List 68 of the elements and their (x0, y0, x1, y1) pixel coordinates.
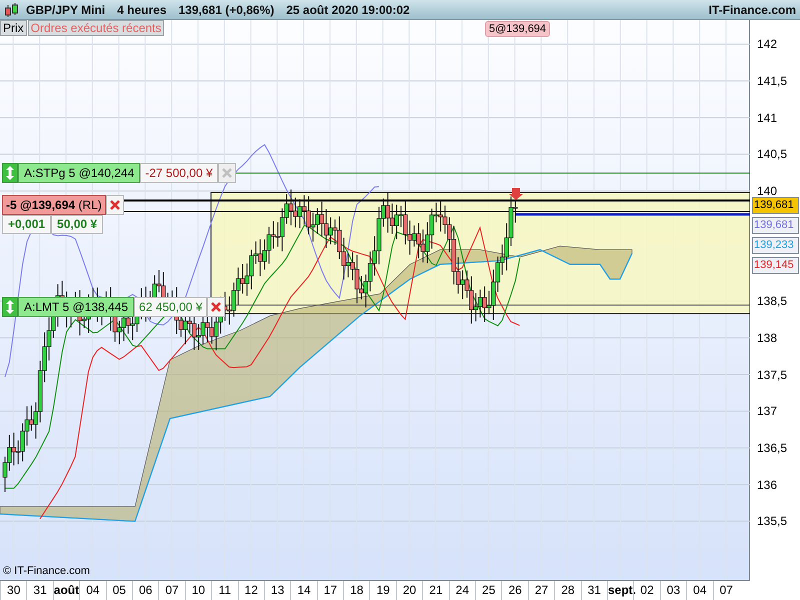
axis-label: 04 (79, 581, 106, 600)
close-icon (110, 200, 120, 210)
drag-handle[interactable] (2, 163, 18, 183)
axis-label: 03 (660, 581, 686, 600)
order-amount: 62 450,00 ¥ (134, 297, 208, 317)
axis-label: sept. (606, 581, 634, 600)
symbol-name: GBP/JPY Mini (26, 2, 106, 16)
axis-label: 25 (475, 581, 502, 600)
axis-label: 21 (422, 581, 449, 600)
axis-label: 136 (757, 476, 778, 493)
vertical-arrows-icon (5, 165, 15, 181)
axis-label: 31 (580, 581, 607, 600)
candlestick-icon (4, 2, 20, 18)
price-change: 139,681 (+0,86%) (178, 2, 274, 16)
axis-label: août (52, 581, 80, 600)
axis-label: 27 (528, 581, 554, 600)
axis-label: 13 (264, 581, 290, 600)
axis-label: 136,5 (757, 440, 788, 456)
price-badge: 139,681 (752, 217, 799, 234)
axis-label: 135,5 (757, 513, 788, 530)
order-label[interactable]: A:LMT 5 @138,445 (18, 297, 134, 317)
axis-label: 12 (238, 581, 264, 600)
axis-label: 28 (554, 581, 581, 600)
axis-label: 02 (633, 581, 660, 600)
axis-label: 05 (106, 581, 132, 600)
axis-label: 07 (158, 581, 185, 600)
drag-handle[interactable] (2, 297, 18, 317)
timeframe-label: 4 heures (117, 2, 166, 16)
order-amount: -27 500,00 ¥ (140, 163, 218, 183)
axis-label: 141,5 (757, 72, 788, 89)
price-badge: 139,233 (752, 237, 799, 254)
axis-label: 06 (132, 581, 158, 600)
date-time: 25 août 2020 19:00:02 (286, 2, 410, 16)
axis-label: 140 (757, 183, 778, 199)
axis-label: 24 (448, 581, 476, 600)
legend-item[interactable]: Prix (0, 20, 27, 36)
axis-label: 20 (396, 581, 422, 600)
axis-label: 141 (757, 110, 778, 126)
axis-label: 140,5 (757, 146, 788, 162)
axis-label: 10 (184, 581, 212, 600)
axis-label: 19 (369, 581, 396, 600)
position-label[interactable]: -5 @139,694 (RL) (2, 195, 106, 215)
brand-name: IT-Finance.com (708, 2, 796, 16)
axis-label: 14 (290, 581, 317, 600)
trade-marker: 5@139,694 (485, 21, 550, 37)
price-badge: 139,145 (752, 257, 799, 274)
axis-label: 31 (26, 581, 53, 600)
axis-label: 26 (501, 581, 528, 600)
axis-label: 142 (757, 36, 778, 52)
axis-label: 138 (757, 330, 778, 346)
axis-label: 138,5 (757, 293, 788, 310)
close-icon (211, 302, 222, 312)
profit-value: 50,00 ¥ (51, 215, 104, 234)
vertical-arrows-icon (5, 299, 15, 315)
copyright-text: © IT-Finance.com (3, 565, 90, 577)
axis-label: 11 (211, 581, 238, 600)
axis-label: 137 (757, 403, 778, 420)
close-button[interactable] (207, 297, 226, 317)
axis-label: 07 (712, 581, 739, 600)
axis-label: 30 (0, 581, 26, 600)
axis-label: 137,5 (757, 366, 788, 382)
price-change-value: +0,001 (2, 215, 52, 234)
axis-label: 17 (316, 581, 344, 600)
price-badge: 139,681 (752, 197, 799, 214)
axis-label: 18 (343, 581, 370, 600)
close-icon (222, 168, 232, 178)
axis-label: 04 (686, 581, 713, 600)
down-arrow-icon (509, 188, 523, 200)
